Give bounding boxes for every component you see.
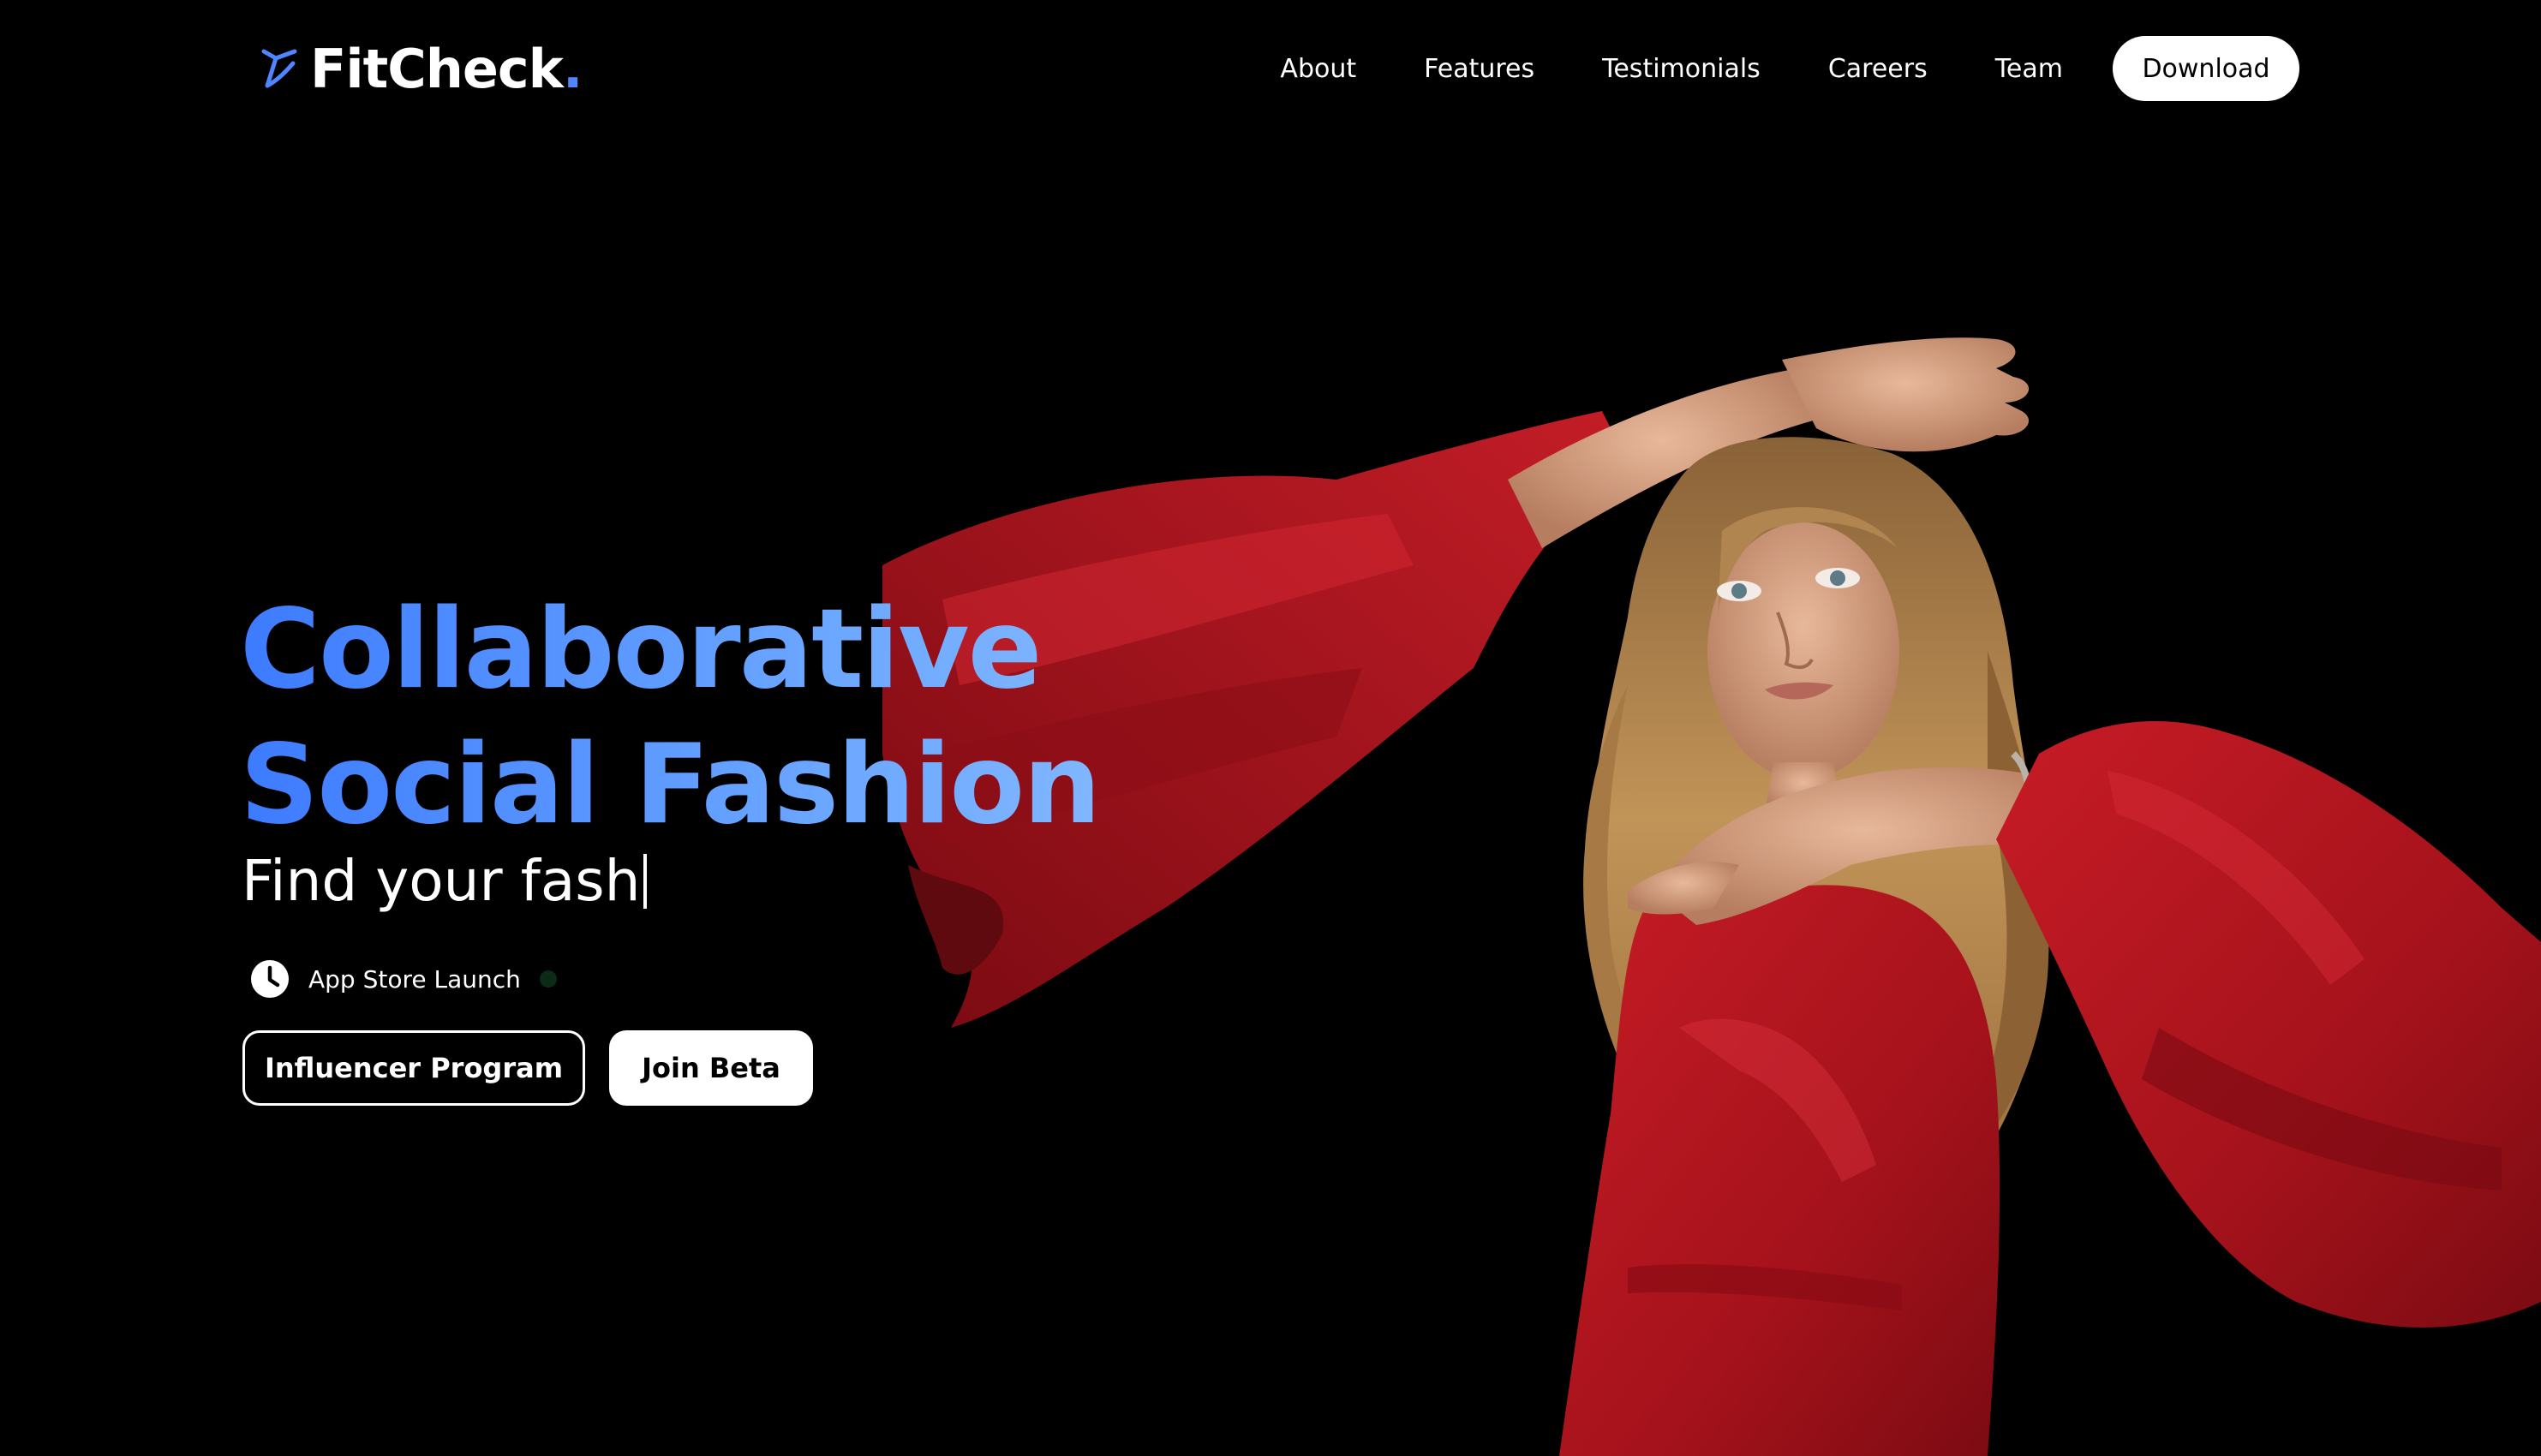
brand-dot: . bbox=[562, 37, 583, 100]
typing-text: Find your fash bbox=[242, 848, 641, 914]
brand-logo[interactable]: FitCheck. bbox=[259, 34, 583, 103]
nav-team[interactable]: Team bbox=[1995, 54, 2063, 84]
hanger-icon bbox=[261, 49, 297, 88]
right-sleeve-shape bbox=[1996, 720, 2541, 1328]
status-indicator bbox=[539, 970, 557, 988]
typing-subtitle: Find your fash bbox=[242, 848, 648, 914]
launch-text: App Store Launch bbox=[308, 964, 521, 994]
text-cursor bbox=[643, 854, 648, 909]
hero-title-line-1: Collaborative bbox=[240, 586, 1041, 713]
landing-page: FitCheck. About Features Testimonials Ca… bbox=[0, 0, 2541, 1456]
brand-name: FitCheck. bbox=[310, 37, 583, 100]
nav-testimonials[interactable]: Testimonials bbox=[1602, 54, 1761, 84]
influencer-program-button[interactable]: Influencer Program bbox=[242, 1030, 585, 1106]
join-beta-button[interactable]: Join Beta bbox=[609, 1030, 813, 1106]
nav-about[interactable]: About bbox=[1280, 54, 1356, 84]
main-nav: About Features Testimonials Careers Team… bbox=[1280, 34, 2299, 103]
hero-title: Collaborative Social Fashion bbox=[240, 582, 1182, 853]
site-header: FitCheck. About Features Testimonials Ca… bbox=[0, 34, 2541, 103]
clock-icon bbox=[251, 960, 289, 998]
nav-features[interactable]: Features bbox=[1424, 54, 1534, 84]
hero-actions: Influencer Program Join Beta bbox=[242, 1030, 813, 1106]
download-button[interactable]: Download bbox=[2113, 36, 2299, 101]
launch-status: App Store Launch bbox=[250, 959, 557, 999]
hero-title-line-2: Social Fashion bbox=[240, 721, 1100, 849]
nav-careers[interactable]: Careers bbox=[1828, 54, 1928, 84]
